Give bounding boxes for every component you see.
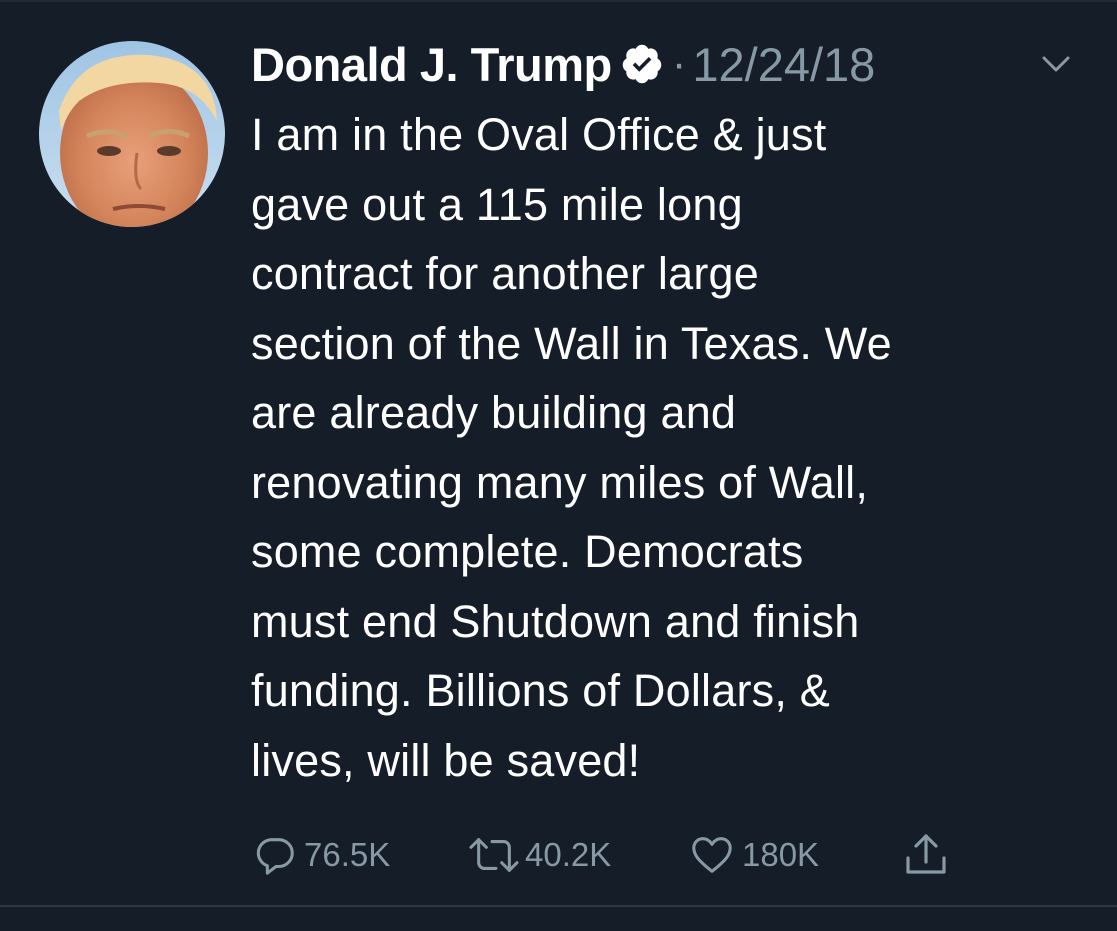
like-button[interactable]: 180K [688, 830, 819, 880]
reply-count: 76.5K [304, 836, 391, 873]
tweet-text: I am in the Oval Office & just gave out … [251, 109, 892, 786]
reply-icon [252, 832, 298, 878]
author-name[interactable]: Donald J. Trump [251, 37, 612, 92]
share-button[interactable] [902, 830, 950, 880]
top-divider [0, 0, 1117, 2]
chevron-down-icon[interactable] [1038, 52, 1074, 76]
heart-icon [688, 832, 736, 878]
bottom-divider [0, 905, 1117, 907]
verified-badge-icon [620, 42, 664, 86]
retweet-icon [465, 832, 523, 878]
tweet-header: Donald J. Trump · 12/24/18 [251, 36, 875, 92]
header-separator: · [671, 39, 687, 88]
tweet-timestamp[interactable]: 12/24/18 [692, 37, 875, 92]
retweet-button[interactable]: 40.2K [465, 830, 611, 880]
avatar[interactable] [39, 41, 225, 227]
retweet-count: 40.2K [525, 836, 612, 873]
share-icon [902, 830, 950, 880]
reply-button[interactable]: 76.5K [252, 830, 390, 880]
like-count: 180K [742, 836, 820, 873]
